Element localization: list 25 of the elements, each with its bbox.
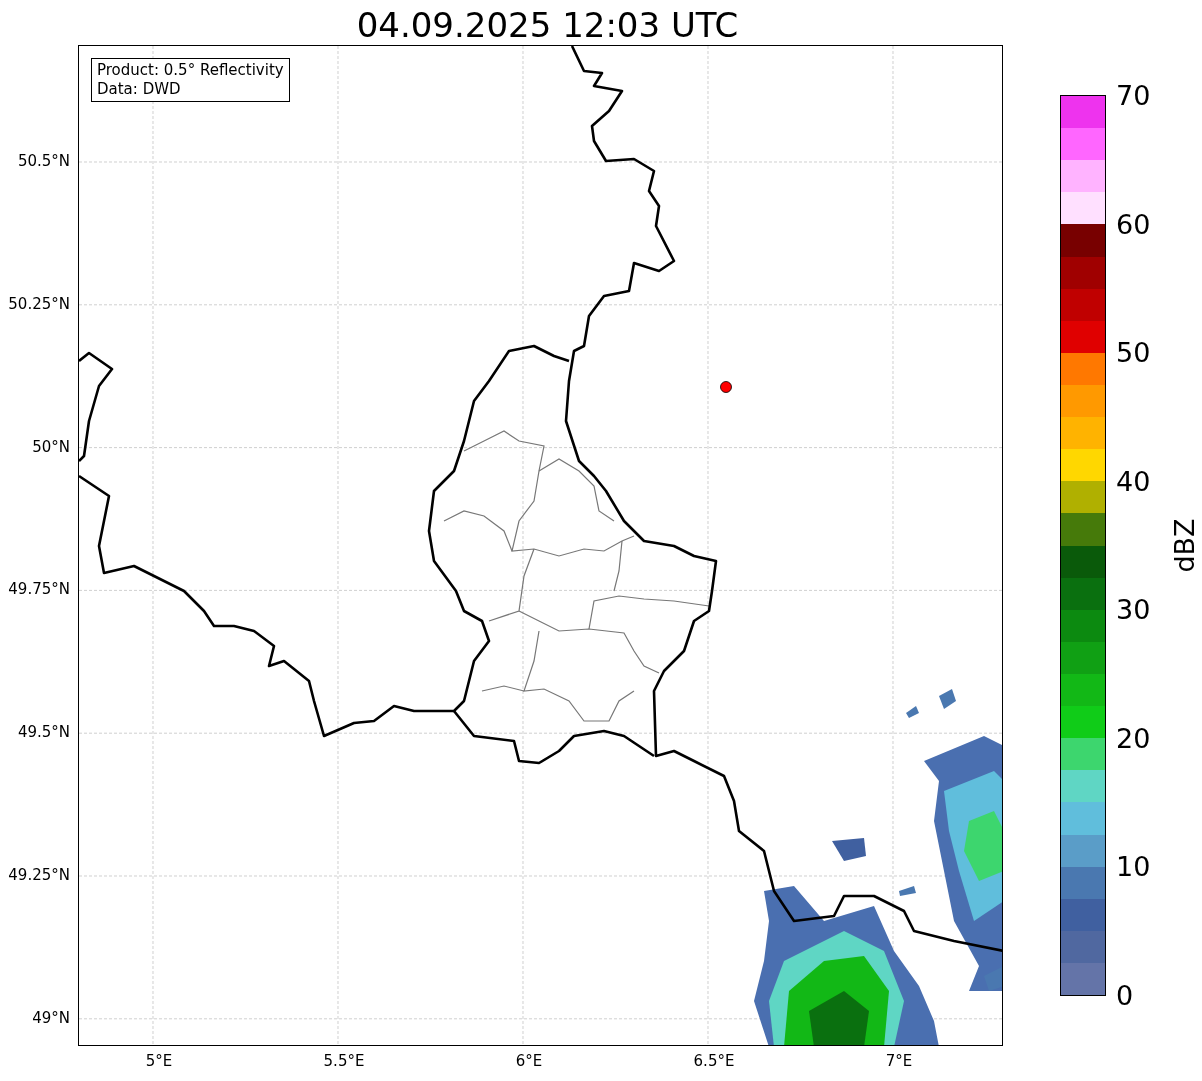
latitude-label: 49.75°N xyxy=(8,580,70,599)
latitude-label: 49.5°N xyxy=(17,723,70,742)
location-marker xyxy=(720,381,732,393)
chart-title: 04.09.2025 12:03 UTC xyxy=(355,5,739,45)
colorbar-tick-label: 30 xyxy=(1116,593,1151,625)
longitude-label: 7°E xyxy=(885,1052,913,1070)
longitude-label: 5.5°E xyxy=(323,1052,365,1070)
colorbar-tick-label: 70 xyxy=(1116,79,1151,111)
latitude-label: 50.25°N xyxy=(8,294,70,313)
colorbar-tick-label: 50 xyxy=(1116,336,1151,368)
colorbar-tick-label: 60 xyxy=(1116,208,1151,240)
longitude-label: 6.5°E xyxy=(693,1052,735,1070)
colorbar-tick-label: 40 xyxy=(1116,465,1151,497)
colorbar-label: dBZ xyxy=(1168,518,1200,573)
longitude-label: 6°E xyxy=(515,1052,543,1070)
legend-text: Data: DWD xyxy=(97,80,182,99)
legend-text: Product: 0.5° Reflectivity xyxy=(97,61,284,80)
latitude-label: 49°N xyxy=(32,1008,70,1027)
latitude-label: 49.25°N xyxy=(8,866,70,884)
longitude-label: 5°E xyxy=(145,1052,173,1070)
latitude-label: 50°N xyxy=(32,437,70,456)
latitude-label: 50.5°N xyxy=(17,152,70,170)
colorbar-tick-label: 0 xyxy=(1116,979,1134,1011)
colorbar-tick-label: 20 xyxy=(1116,722,1151,754)
colorbar-tick-label: 10 xyxy=(1116,850,1151,882)
